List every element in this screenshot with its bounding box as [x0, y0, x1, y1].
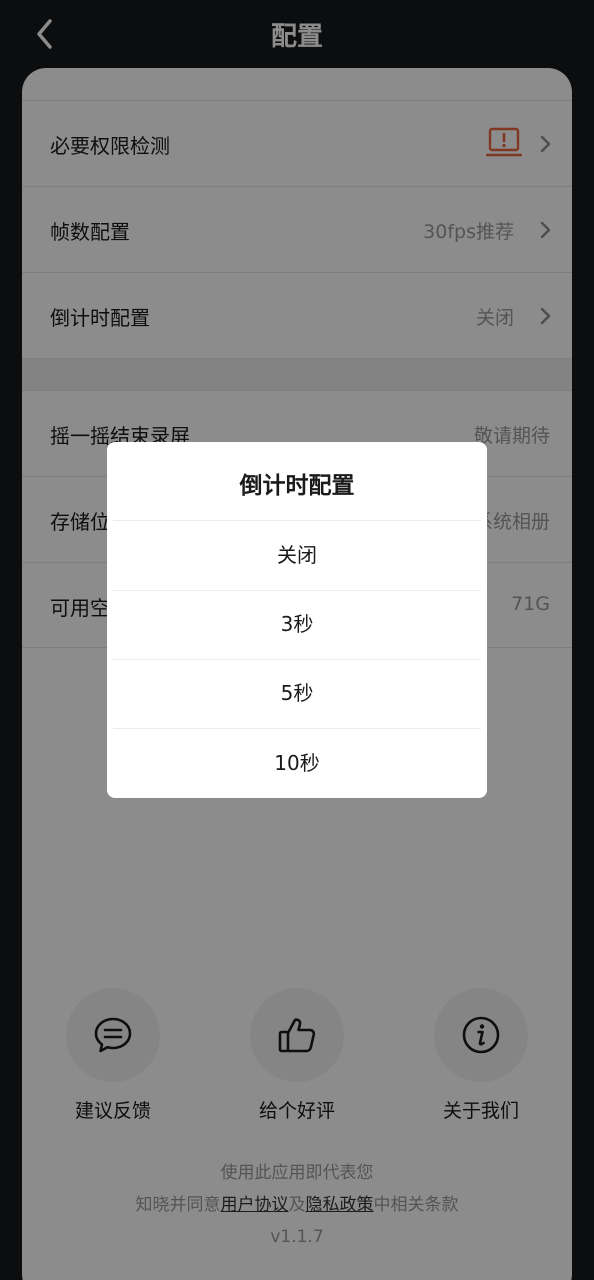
- dialog-title: 倒计时配置: [239, 473, 355, 499]
- option-10s[interactable]: 10秒: [107, 729, 487, 798]
- option-3s[interactable]: 3秒: [107, 590, 487, 659]
- countdown-dialog: 倒计时配置 关闭 3秒 5秒 10秒: [107, 442, 487, 798]
- option-off[interactable]: 关闭: [107, 521, 487, 590]
- option-5s[interactable]: 5秒: [107, 659, 487, 728]
